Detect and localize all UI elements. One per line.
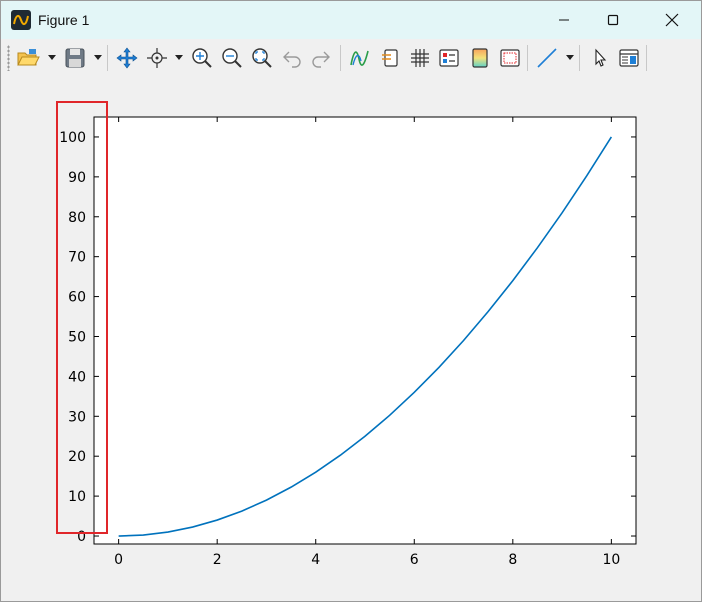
frame-icon — [500, 49, 520, 67]
zoom-fit-icon — [252, 48, 272, 68]
y-tick-label: 40 — [68, 369, 86, 385]
close-icon — [665, 13, 679, 27]
app-logo-icon — [11, 10, 31, 30]
toolbar-separator — [340, 45, 341, 71]
y-tick-label: 0 — [77, 529, 86, 545]
x-tick-label: 0 — [114, 552, 123, 568]
rotate-button[interactable] — [144, 45, 170, 71]
grid-icon — [411, 49, 429, 67]
toolbar-separator — [646, 45, 647, 71]
save-dropdown-icon[interactable] — [94, 55, 102, 60]
line-button[interactable] — [534, 45, 560, 71]
colorbar-button[interactable] — [377, 45, 403, 71]
minimize-button[interactable] — [541, 1, 587, 39]
title-bar: Figure 1 — [1, 1, 701, 39]
colormap-icon — [472, 48, 488, 68]
pan-button[interactable] — [114, 45, 140, 71]
zoom-in-button[interactable] — [189, 45, 215, 71]
y-tick-label: 30 — [68, 409, 86, 425]
y-tick-label: 80 — [68, 210, 86, 226]
x-tick-label: 4 — [311, 552, 320, 568]
toolbar-separator — [527, 45, 528, 71]
undo-icon — [283, 51, 301, 68]
open-button[interactable] — [15, 45, 41, 71]
toolbar-separator — [579, 45, 580, 71]
rotate-icon — [147, 48, 167, 68]
colormap-button[interactable] — [467, 45, 493, 71]
rotate-dropdown-icon[interactable] — [175, 55, 183, 60]
close-button[interactable] — [649, 1, 695, 39]
redo-icon — [312, 51, 330, 68]
zoom-out-button[interactable] — [219, 45, 245, 71]
legend-icon — [439, 49, 459, 67]
figure-canvas[interactable]: 0 10 20 30 40 50 60 70 80 90 100 0 2 4 6 8 10 — [1, 77, 701, 601]
y-tick-label: 60 — [68, 290, 86, 306]
x-tick-label: 10 — [602, 552, 620, 568]
plot-style-icon — [350, 50, 369, 66]
x-tick-label: 8 — [508, 552, 517, 568]
pan-icon — [116, 47, 138, 69]
legend-button[interactable] — [436, 45, 462, 71]
y-tick-label: 20 — [68, 449, 86, 465]
select-cursor-icon — [595, 48, 607, 67]
maximize-button[interactable] — [590, 1, 636, 39]
zoom-out-icon — [222, 48, 242, 68]
y-tick-label: 100 — [59, 130, 86, 146]
figure-window: Figure 1 0 10 20 30 40 50 60 70 80 90 10… — [0, 0, 702, 602]
properties-panel-button[interactable] — [616, 45, 642, 71]
line-icon — [537, 48, 557, 68]
zoom-fit-button[interactable] — [249, 45, 275, 71]
toolbar-separator — [107, 45, 108, 71]
x-tick-label: 2 — [213, 552, 222, 568]
y-tick-label: 90 — [68, 170, 86, 186]
save-icon — [65, 48, 85, 68]
colorbar-icon — [382, 49, 398, 67]
select-button[interactable] — [587, 45, 613, 71]
window-title: Figure 1 — [38, 12, 90, 28]
plot-style-button[interactable] — [347, 45, 373, 71]
save-button[interactable] — [62, 45, 88, 71]
open-dropdown-icon[interactable] — [48, 55, 56, 60]
x-tick-label: 6 — [410, 552, 419, 568]
undo-button[interactable] — [279, 45, 305, 71]
properties-panel-icon — [619, 49, 639, 67]
open-icon — [17, 49, 40, 66]
y-tick-label: 10 — [68, 489, 86, 505]
redo-button[interactable] — [308, 45, 334, 71]
toolbar-grip[interactable] — [7, 45, 10, 71]
toolbar — [1, 39, 701, 77]
y-tick-label: 70 — [68, 250, 86, 266]
frame-button[interactable] — [497, 45, 523, 71]
line-dropdown-icon[interactable] — [566, 55, 574, 60]
y-tick-label: 50 — [68, 329, 86, 345]
grid-button[interactable] — [407, 45, 433, 71]
zoom-in-icon — [192, 48, 212, 68]
plot-area[interactable] — [94, 117, 636, 544]
maximize-icon — [607, 14, 619, 26]
minimize-icon — [559, 19, 569, 21]
